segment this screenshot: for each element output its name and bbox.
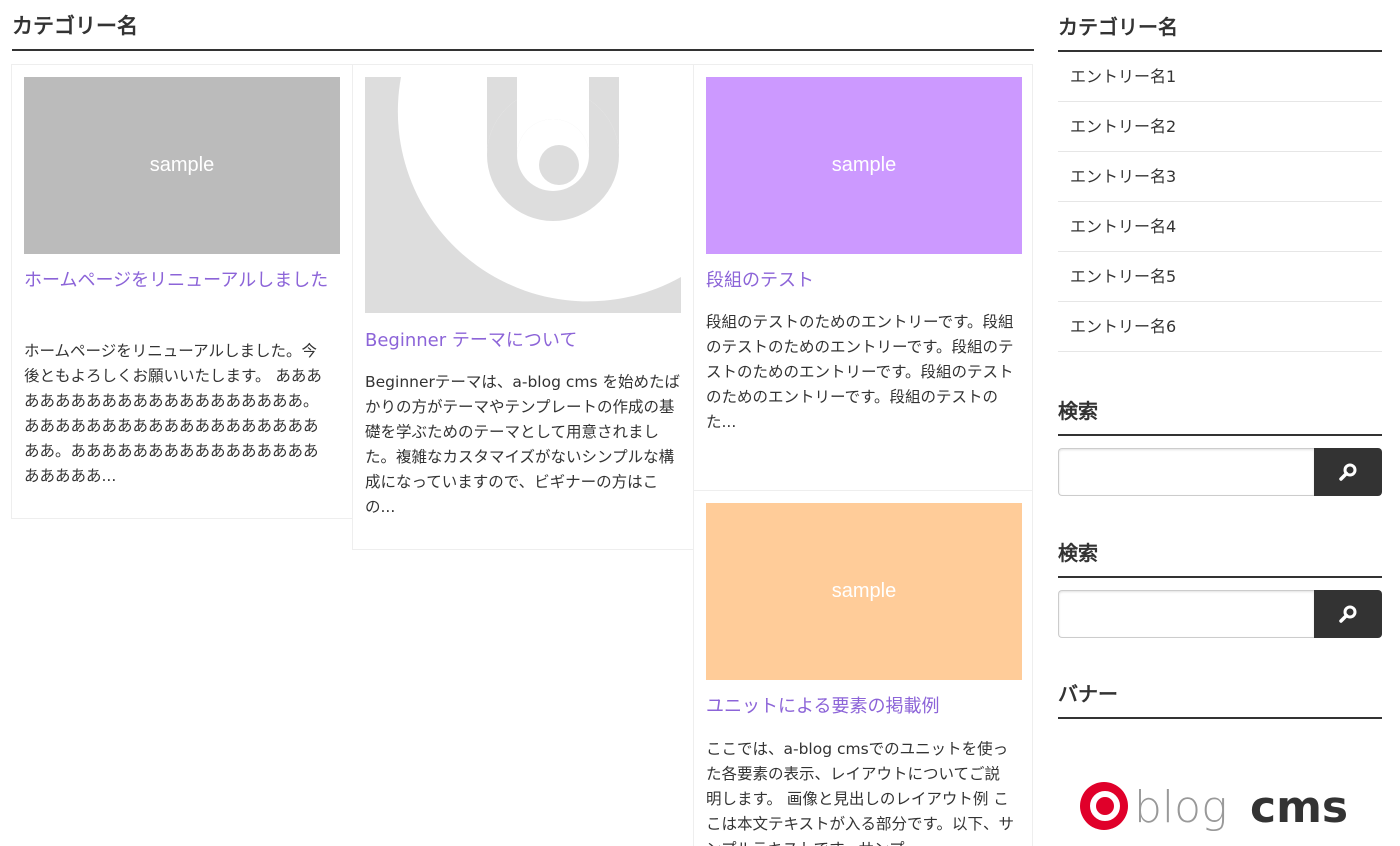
thumbnail-label: sample — [149, 154, 215, 176]
sidebar-entry-link[interactable]: エントリー名6 — [1058, 302, 1382, 352]
sidebar-entry-list: エントリー名1 エントリー名2 エントリー名3 エントリー名4 エントリー名5 … — [1058, 52, 1382, 352]
ablog-swirl-image — [365, 77, 681, 313]
search-icon — [1339, 605, 1357, 623]
entry-excerpt: ホームページをリニューアルしました。今後ともよろしくお願いいたします。 ああああ… — [24, 342, 322, 485]
search-form — [1058, 448, 1382, 496]
svg-text:blog: blog — [1134, 782, 1227, 833]
entry-excerpt: ここでは、a-blog cmsでのユニットを使った各要素の表示、レイアウトについ… — [706, 740, 1014, 846]
entry-title-link[interactable]: 段組のテスト — [706, 267, 1016, 294]
entry-card: sample ユニットによる要素の掲載例 ここでは、a-blog cmsでのユニ… — [693, 490, 1033, 846]
category-heading: カテゴリー名 — [12, 0, 1034, 51]
ablog-cms-logo: blog cms — [1080, 782, 1348, 833]
sidebar-entry-link[interactable]: エントリー名4 — [1058, 202, 1382, 252]
entry-card: Beginner テーマについて Beginnerテーマは、a-blog cms… — [352, 64, 694, 550]
entry-card: sample ホームページをリニューアルしました ホームページをリニューアルしま… — [11, 64, 353, 519]
search-icon — [1339, 463, 1357, 481]
thumbnail-label: sample — [831, 154, 897, 176]
entry-excerpt: Beginnerテーマは、a-blog cms を始めたばかりの方がテーマやテン… — [365, 373, 680, 516]
entry-excerpt: 段組のテストのためのエントリーです。段組のテストのためのエントリーです。段組のテ… — [706, 313, 1014, 431]
sidebar-entry-link[interactable]: エントリー名3 — [1058, 152, 1382, 202]
search-form — [1058, 590, 1382, 638]
search-input[interactable] — [1058, 448, 1314, 496]
ablog-cms-banner[interactable]: blog cms — [1078, 776, 1362, 836]
entry-title-link[interactable]: Beginner テーマについて — [365, 327, 675, 354]
entry-card: sample 段組のテスト 段組のテストのためのエントリーです。段組のテストのた… — [693, 64, 1033, 491]
entry-thumbnail[interactable]: sample — [706, 77, 1022, 254]
entry-thumbnail[interactable]: sample — [24, 77, 340, 254]
sidebar-entry-link[interactable]: エントリー名1 — [1058, 52, 1382, 102]
search-button[interactable] — [1314, 590, 1382, 638]
thumbnail-label: sample — [831, 580, 897, 602]
entry-thumbnail[interactable] — [365, 77, 681, 313]
search-input[interactable] — [1058, 590, 1314, 638]
entry-title-link[interactable]: ユニットによる要素の掲載例 — [706, 693, 1016, 720]
search-heading: 検索 — [1058, 384, 1382, 436]
search-button[interactable] — [1314, 448, 1382, 496]
search-heading: 検索 — [1058, 526, 1382, 578]
sidebar-entry-link[interactable]: エントリー名2 — [1058, 102, 1382, 152]
sidebar-entry-link[interactable]: エントリー名5 — [1058, 252, 1382, 302]
entry-title-link[interactable]: ホームページをリニューアルしました — [24, 267, 334, 294]
banner-heading: バナー — [1058, 667, 1382, 719]
svg-text:cms: cms — [1250, 782, 1348, 833]
entry-thumbnail[interactable]: sample — [706, 503, 1022, 680]
sidebar-category-heading: カテゴリー名 — [1058, 0, 1382, 52]
